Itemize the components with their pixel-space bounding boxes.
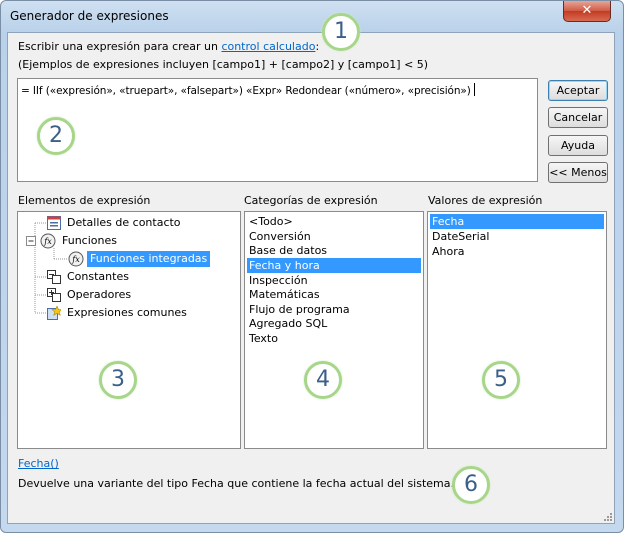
callout-2: 2 <box>37 117 75 155</box>
category-item[interactable]: <Todo> <box>247 214 421 229</box>
function-help-link[interactable]: Fecha() <box>18 457 59 470</box>
categories-list[interactable]: <Todo> Conversión Base de datos Fecha y … <box>244 211 424 449</box>
instruction-text: Escribir una expresión para crear un <box>18 40 222 53</box>
category-item[interactable]: Agregado SQL <box>247 316 421 331</box>
function-description: Devuelve una variante del tipo Fecha que… <box>18 477 454 490</box>
calculated-control-link[interactable]: control calculado <box>221 40 315 53</box>
common-expressions-icon <box>47 306 61 320</box>
value-item-selected[interactable]: Fecha <box>430 214 604 229</box>
value-item[interactable]: DateSerial <box>430 229 604 244</box>
callout-3: 3 <box>99 361 137 399</box>
callout-5: 5 <box>482 361 520 399</box>
instruction-line-1: Escribir una expresión para crear un con… <box>18 40 319 53</box>
constants-icon <box>47 270 61 284</box>
less-button[interactable]: << Menos <box>548 162 608 183</box>
categories-label: Categorías de expresión <box>244 194 378 207</box>
cancel-button[interactable]: Cancelar <box>548 107 608 128</box>
category-item[interactable]: Matemáticas <box>247 287 421 302</box>
dialog-body: Escribir una expresión para crear un con… <box>7 32 615 524</box>
text-caret <box>473 83 475 96</box>
callout-6: 6 <box>452 466 490 504</box>
form-icon <box>47 216 61 230</box>
expression-value: = IIf («expresión», «truepart», «falsepa… <box>21 85 471 97</box>
svg-text:fx: fx <box>71 255 80 264</box>
tree-item-label: Operadores <box>67 288 132 301</box>
values-label: Valores de expresión <box>428 194 543 207</box>
elements-label: Elementos de expresión <box>18 194 151 207</box>
category-item[interactable]: Texto <box>247 331 421 346</box>
tree-item-label: Detalles de contacto <box>67 216 181 229</box>
category-item[interactable]: Conversión <box>247 229 421 244</box>
callout-1: 1 <box>322 13 360 51</box>
category-item[interactable]: Inspección <box>247 273 421 288</box>
expression-builder-window: Generador de expresiones ✕ Escribir una … <box>0 0 624 533</box>
instruction-colon: : <box>315 40 320 53</box>
value-item[interactable]: Ahora <box>430 244 604 259</box>
function-icon: fx <box>40 233 56 249</box>
ok-button[interactable]: Aceptar <box>548 80 608 101</box>
callout-4: 4 <box>304 361 342 399</box>
elements-tree[interactable]: Detalles de contacto fx Funciones fx Fun… <box>17 211 241 449</box>
help-button[interactable]: Ayuda <box>548 135 608 156</box>
svg-text:fx: fx <box>43 237 52 246</box>
close-button[interactable]: ✕ <box>563 1 611 22</box>
operators-icon <box>47 288 61 302</box>
category-item-selected[interactable]: Fecha y hora <box>247 258 421 273</box>
close-icon: ✕ <box>581 3 593 18</box>
window-title: Generador de expresiones <box>10 9 169 23</box>
tree-item-label: Funciones <box>62 234 117 247</box>
tree-item-label: Funciones integradas <box>87 251 211 267</box>
title-bar[interactable]: Generador de expresiones ✕ <box>1 1 623 33</box>
collapse-icon[interactable] <box>26 236 36 246</box>
expression-text: = IIf («expresión», «truepart», «falsepa… <box>21 83 475 97</box>
function-icon: fx <box>68 251 84 267</box>
category-item[interactable]: Flujo de programa <box>247 302 421 317</box>
tree-item-label: Expresiones comunes <box>67 306 187 319</box>
tree-item-label: Constantes <box>67 270 129 283</box>
resize-grip-icon[interactable] <box>602 511 612 521</box>
category-item[interactable]: Base de datos <box>247 243 421 258</box>
values-list[interactable]: Fecha DateSerial Ahora <box>427 211 607 449</box>
expression-input[interactable]: = IIf («expresión», «truepart», «falsepa… <box>17 78 538 182</box>
instruction-line-2: (Ejemplos de expresiones incluyen [campo… <box>18 58 429 71</box>
